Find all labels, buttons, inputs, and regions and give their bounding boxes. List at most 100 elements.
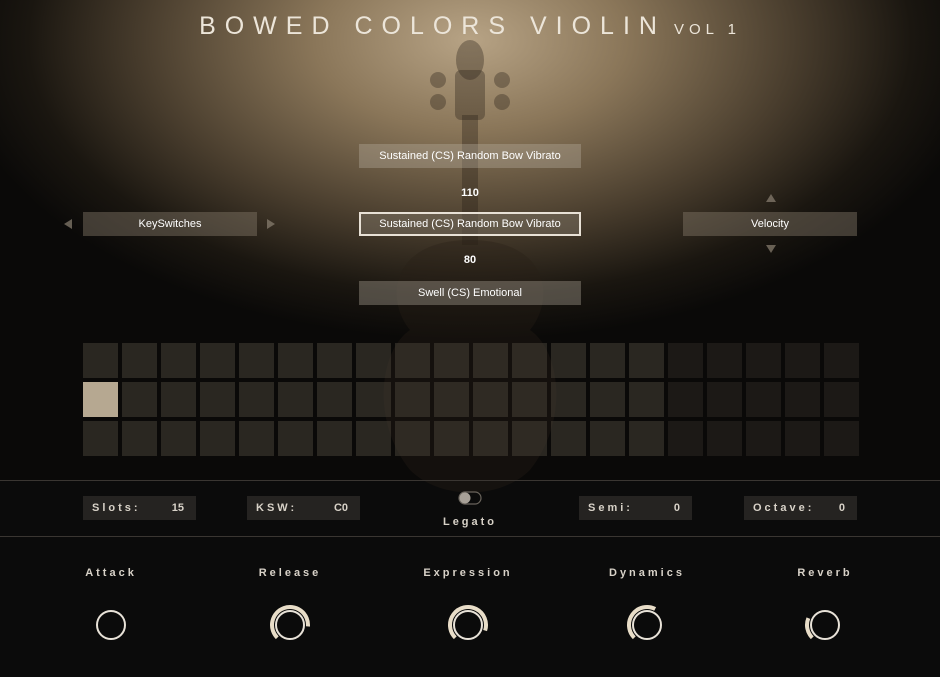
slot-cell[interactable] <box>161 343 196 378</box>
articulation-previous[interactable]: Sustained (CS) Random Bow Vibrato <box>359 144 581 168</box>
slot-cell[interactable] <box>395 382 430 417</box>
articulation-current[interactable]: Sustained (CS) Random Bow Vibrato <box>359 212 581 236</box>
slot-cell[interactable] <box>317 343 352 378</box>
arrow-up-icon[interactable] <box>766 194 776 202</box>
slot-cell[interactable] <box>83 421 118 456</box>
slot-cell[interactable] <box>200 343 235 378</box>
slot-cell[interactable] <box>824 382 859 417</box>
arrow-down-icon[interactable] <box>766 245 776 253</box>
instrument-title: BOWED COLORS VIOLIN VOL 1 <box>0 12 940 41</box>
slot-cell[interactable] <box>278 343 313 378</box>
ksw-label: KSW: <box>256 502 298 514</box>
slot-cell[interactable] <box>590 421 625 456</box>
slot-cell[interactable] <box>122 421 157 456</box>
octave-value: 0 <box>838 502 845 514</box>
slot-cell[interactable] <box>551 382 586 417</box>
knob-label: Release <box>258 567 322 579</box>
knob-dynamics-icon[interactable] <box>626 604 668 646</box>
knob-reverb-icon[interactable] <box>804 604 846 646</box>
slot-cell[interactable] <box>785 421 820 456</box>
knob-expression-icon[interactable] <box>447 604 489 646</box>
slot-cell[interactable] <box>434 421 469 456</box>
slot-cell[interactable] <box>317 382 352 417</box>
knob-label: Expression <box>423 567 513 579</box>
slot-cell[interactable] <box>707 343 742 378</box>
ksw-value: C0 <box>333 502 348 514</box>
slot-cell[interactable] <box>668 421 703 456</box>
slot-cell[interactable] <box>746 421 781 456</box>
slot-cell[interactable] <box>746 382 781 417</box>
slot-cell[interactable] <box>434 382 469 417</box>
slot-cell[interactable] <box>668 343 703 378</box>
slot-cell[interactable] <box>161 421 196 456</box>
slot-cell[interactable] <box>83 382 118 417</box>
semi-label: Semi: <box>588 502 633 514</box>
slot-cell[interactable] <box>785 382 820 417</box>
semi-value: 0 <box>673 502 680 514</box>
slot-cell[interactable] <box>590 343 625 378</box>
divider-bottom <box>0 536 940 537</box>
octave-label: Octave: <box>753 502 815 514</box>
slot-cell[interactable] <box>200 382 235 417</box>
semi-field[interactable]: Semi: 0 <box>579 496 692 520</box>
ksw-field[interactable]: KSW: C0 <box>247 496 360 520</box>
slot-cell[interactable] <box>551 421 586 456</box>
articulation-next[interactable]: Swell (CS) Emotional <box>359 281 581 305</box>
articulation-previous-value: 110 <box>461 187 479 199</box>
slot-cell[interactable] <box>239 421 274 456</box>
slot-cell[interactable] <box>824 421 859 456</box>
slots-label: Slots: <box>92 502 141 514</box>
slot-cell[interactable] <box>629 343 664 378</box>
slot-cell[interactable] <box>356 343 391 378</box>
slot-cell[interactable] <box>278 421 313 456</box>
slot-cell[interactable] <box>707 421 742 456</box>
slot-cell[interactable] <box>590 382 625 417</box>
slot-cell[interactable] <box>707 382 742 417</box>
slot-cell[interactable] <box>746 343 781 378</box>
slot-cell[interactable] <box>239 382 274 417</box>
divider-top <box>0 480 940 481</box>
slot-cell[interactable] <box>473 343 508 378</box>
knob-release-icon[interactable] <box>269 604 311 646</box>
slot-cell[interactable] <box>824 343 859 378</box>
velocity-selector[interactable]: Velocity <box>683 212 857 236</box>
slots-field[interactable]: Slots: 15 <box>83 496 196 520</box>
slot-cell[interactable] <box>83 343 118 378</box>
slot-cell[interactable] <box>122 343 157 378</box>
keyswitches-selector[interactable]: KeySwitches <box>83 212 257 236</box>
title-text: BOWED COLORS VIOLIN <box>199 12 666 40</box>
slot-cell[interactable] <box>161 382 196 417</box>
slot-cell[interactable] <box>785 343 820 378</box>
legato-toggle[interactable] <box>458 491 482 505</box>
volume-text: VOL 1 <box>673 21 741 38</box>
slot-cell[interactable] <box>629 421 664 456</box>
slot-cell[interactable] <box>512 421 547 456</box>
slot-cell[interactable] <box>473 382 508 417</box>
slot-cell[interactable] <box>551 343 586 378</box>
slot-cell[interactable] <box>317 421 352 456</box>
slot-cell[interactable] <box>434 343 469 378</box>
slot-cell[interactable] <box>356 421 391 456</box>
slot-cell[interactable] <box>512 343 547 378</box>
knob-attack-icon[interactable] <box>90 604 132 646</box>
slots-value: 15 <box>171 502 184 514</box>
octave-field[interactable]: Octave: 0 <box>744 496 857 520</box>
slot-cell[interactable] <box>278 382 313 417</box>
slot-cell[interactable] <box>395 343 430 378</box>
knob-label: Reverb <box>797 567 853 579</box>
articulation-next-value: 80 <box>463 254 477 266</box>
slot-cell[interactable] <box>122 382 157 417</box>
slot-cell[interactable] <box>668 382 703 417</box>
slot-cell[interactable] <box>200 421 235 456</box>
legato-label: Legato <box>442 516 498 528</box>
slot-cell[interactable] <box>512 382 547 417</box>
slot-cell[interactable] <box>356 382 391 417</box>
slot-cell[interactable] <box>239 343 274 378</box>
arrow-left-icon[interactable] <box>64 219 72 229</box>
slot-cell[interactable] <box>473 421 508 456</box>
slot-cell[interactable] <box>395 421 430 456</box>
arrow-right-icon[interactable] <box>267 219 275 229</box>
slot-cell[interactable] <box>629 382 664 417</box>
knob-label: Attack <box>85 567 137 579</box>
knob-label: Dynamics <box>609 567 685 579</box>
